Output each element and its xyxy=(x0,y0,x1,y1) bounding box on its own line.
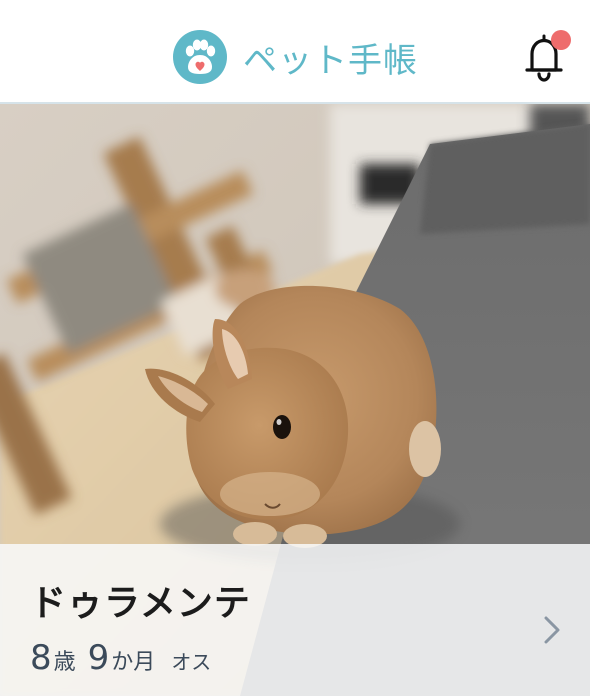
pet-sex: オス xyxy=(171,650,212,674)
pet-info-panel: ドゥラメンテ 8 歳 9 か月 オス xyxy=(0,544,590,696)
brand: ペット手帳 xyxy=(173,30,418,84)
pet-name: ドゥラメンテ xyxy=(30,583,251,624)
paw-heart-icon xyxy=(173,30,227,84)
age-months: 9 xyxy=(87,638,110,678)
pet-card[interactable]: ドゥラメンテ 8 歳 9 か月 オス xyxy=(0,104,590,696)
app-screen: ペット手帳 ドゥラメンテ 8 歳 9 か月 オス xyxy=(0,0,590,696)
app-title: ペット手帳 xyxy=(243,40,418,81)
notification-badge xyxy=(551,30,571,50)
chevron-right-icon[interactable] xyxy=(540,612,564,648)
app-header: ペット手帳 xyxy=(0,0,590,103)
pet-age: 8 歳 9 か月 オス xyxy=(30,638,211,678)
age-months-unit: か月 xyxy=(111,650,156,675)
age-years-unit: 歳 xyxy=(53,650,76,675)
age-years: 8 xyxy=(30,638,52,678)
notification-button[interactable] xyxy=(522,30,571,82)
